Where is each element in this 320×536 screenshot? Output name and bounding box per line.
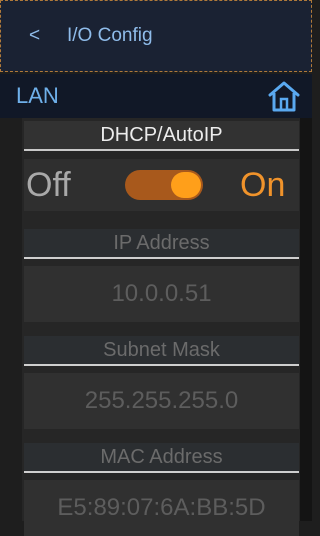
mac-address-label: MAC Address — [24, 443, 299, 473]
scrollbar[interactable] — [300, 118, 312, 521]
section-title-lan: LAN — [16, 83, 59, 108]
back-button[interactable]: < — [29, 25, 40, 47]
toggle-knob — [171, 172, 201, 198]
ip-address-field: 10.0.0.51 — [24, 266, 299, 322]
sub-header: LAN — [0, 74, 312, 118]
dhcp-heading: DHCP/AutoIP — [24, 121, 299, 151]
ip-address-label: IP Address — [24, 229, 299, 259]
on-label: On — [240, 166, 286, 204]
dhcp-toggle[interactable] — [125, 170, 203, 200]
mac-address-field: E5:89:07:6A:BB:5D — [24, 480, 299, 536]
home-icon — [268, 81, 300, 112]
top-bar: < I/O Config — [0, 0, 312, 72]
page-title: I/O Config — [67, 25, 153, 46]
home-button[interactable] — [267, 80, 301, 112]
subnet-mask-field: 255.255.255.0 — [24, 373, 299, 429]
dhcp-toggle-row: Off On — [24, 159, 299, 211]
off-label: Off — [26, 166, 71, 204]
subnet-mask-label: Subnet Mask — [24, 336, 299, 366]
